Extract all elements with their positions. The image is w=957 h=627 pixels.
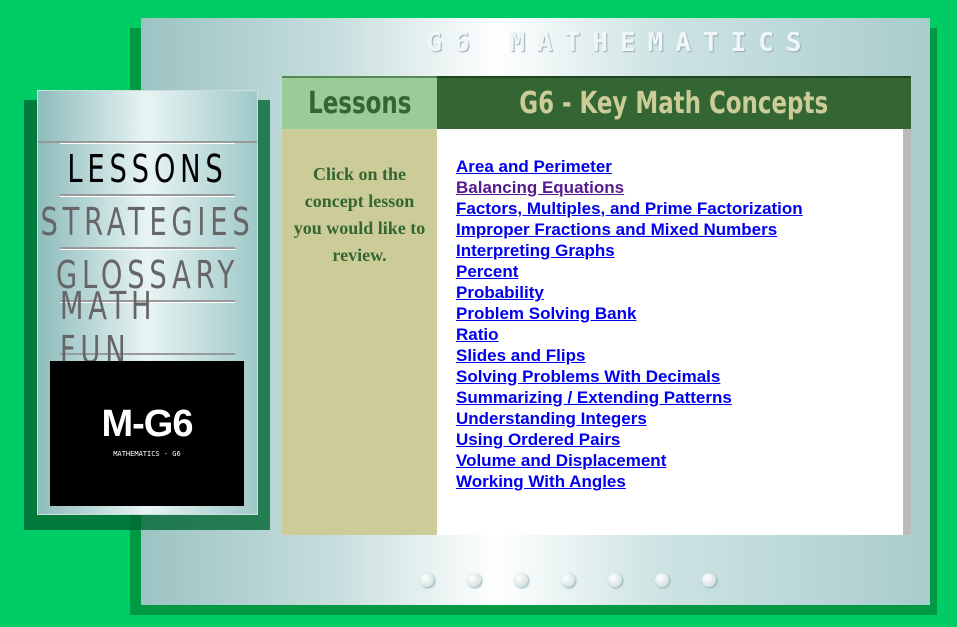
dot-decoration [514,573,528,587]
page-title: G6 - Key Math Concepts [519,86,829,121]
lesson-link[interactable]: Using Ordered Pairs [456,429,620,450]
dot-decoration [561,573,575,587]
dot-decoration [420,573,434,587]
lesson-link[interactable]: Problem Solving Bank [456,303,636,324]
lesson-link[interactable]: Solving Problems With Decimals [456,366,720,387]
dot-decoration [702,573,716,587]
lesson-link[interactable]: Interpreting Graphs [456,240,615,261]
dot-decoration [655,573,669,587]
lesson-list: Area and Perimeter Balancing Equations Fac… [437,129,911,535]
logo-title: M-G6 [101,403,194,445]
logo-subtitle: MATHEMATICS - G6 [113,450,181,458]
page-header: G6 - Key Math Concepts [437,76,911,129]
lesson-link[interactable]: Balancing Equations [456,177,624,198]
section-title: Lessons [307,86,412,121]
lesson-link[interactable]: Working With Angles [456,471,626,492]
lesson-link[interactable]: Summarizing / Extending Patterns [456,387,732,408]
lesson-link[interactable]: Area and Perimeter [456,156,612,177]
nav-item-strategies[interactable]: STRATEGIES [40,196,250,249]
lesson-link[interactable]: Improper Fractions and Mixed Numbers [456,219,777,240]
decorative-dots [420,573,716,587]
lesson-link[interactable]: Volume and Displacement [456,450,666,471]
nav-item-lessons[interactable]: LESSONS [59,143,236,196]
nav-item-math-fun[interactable]: MATH FUN [59,284,236,372]
lesson-link[interactable]: Understanding Integers [456,408,647,429]
instructions-text: Click on the concept lesson you would li… [293,164,426,265]
nav-top-plate [38,91,257,143]
nav-menu: LESSONS STRATEGIES GLOSSARY MATH FUN M-G… [37,90,258,515]
lesson-link[interactable]: Ratio [456,324,499,345]
lesson-link[interactable]: Factors, Multiples, and Prime Factorizat… [456,198,803,219]
section-header: Lessons [282,76,437,129]
lesson-link[interactable]: Percent [456,261,518,282]
dot-decoration [467,573,481,587]
lesson-link[interactable]: Slides and Flips [456,345,585,366]
logo[interactable]: M-G6 MATHEMATICS - G6 [50,361,244,506]
site-title: G6 MATHEMATICS [426,28,814,58]
lesson-link[interactable]: Probability [456,282,544,303]
instructions-panel: Click on the concept lesson you would li… [282,129,437,535]
dot-decoration [608,573,622,587]
